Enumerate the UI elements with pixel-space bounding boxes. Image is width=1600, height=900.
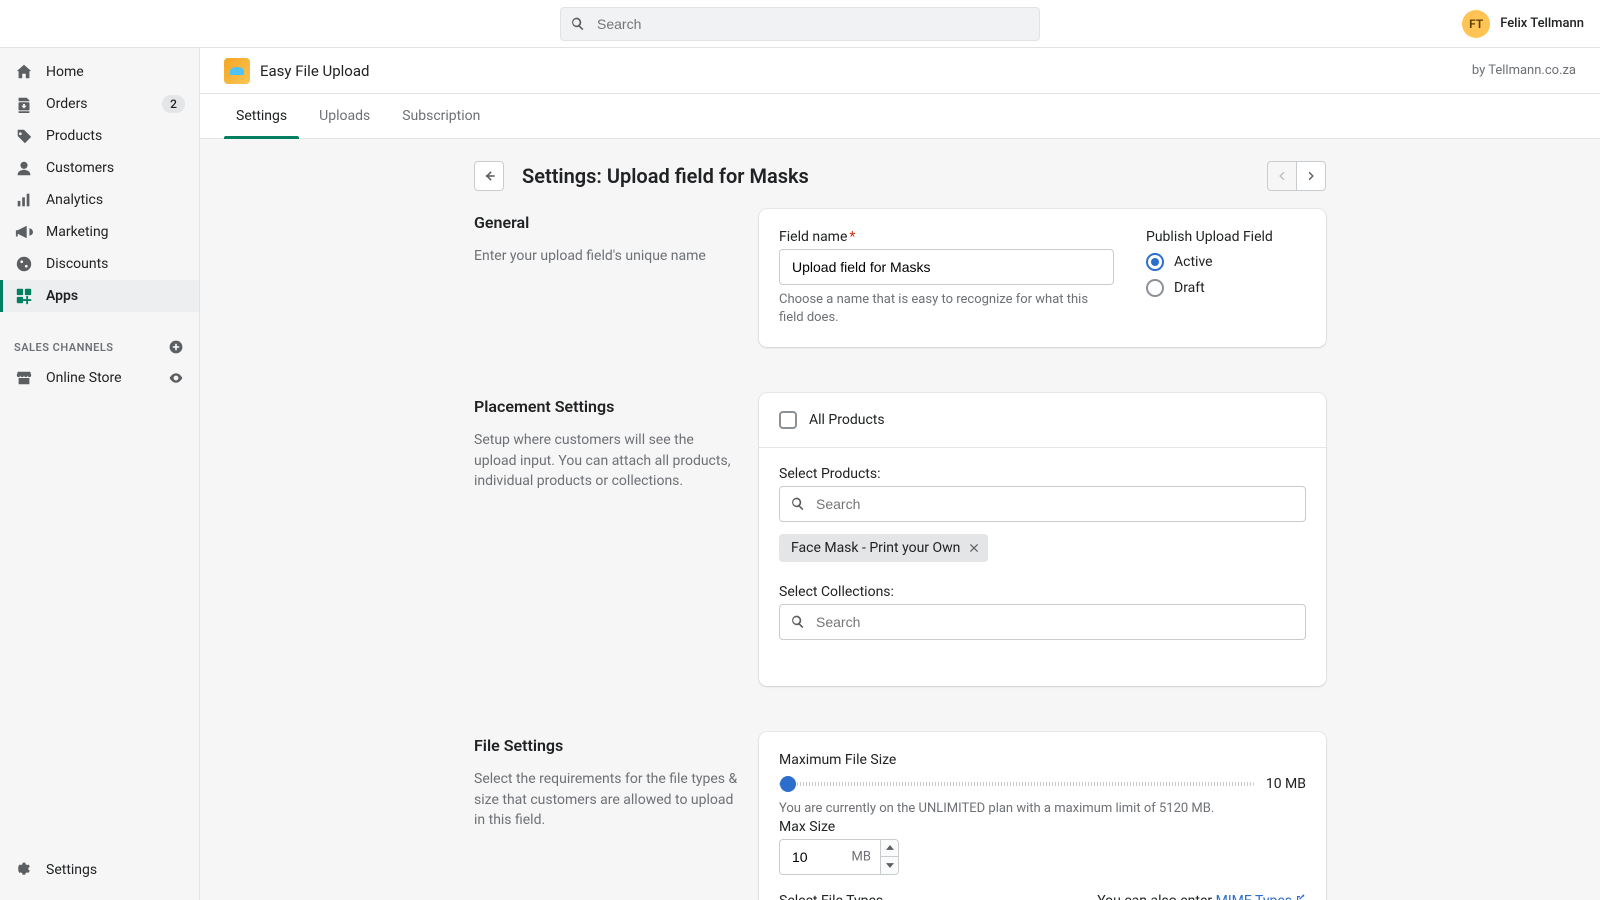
- sidebar-item-label: Apps: [46, 288, 185, 304]
- select-products-label: Select Products:: [779, 466, 1306, 482]
- radio-draft[interactable]: Draft: [1146, 279, 1306, 297]
- avatar: FT: [1462, 10, 1490, 38]
- sidebar-item-settings[interactable]: Settings: [0, 854, 199, 886]
- max-file-size-label: Maximum File Size: [779, 752, 896, 768]
- store-icon: [14, 368, 34, 388]
- selected-product-tag: Face Mask - Print your Own: [779, 534, 988, 562]
- sidebar-item-label: Products: [46, 128, 185, 144]
- sidebar-item-home[interactable]: Home: [0, 56, 199, 88]
- select-collections-label: Select Collections:: [779, 584, 1306, 600]
- tab-uploads[interactable]: Uploads: [303, 94, 386, 138]
- sidebar-item-label: Analytics: [46, 192, 185, 208]
- slider-thumb[interactable]: [780, 776, 796, 792]
- search-input[interactable]: [560, 7, 1040, 41]
- discount-icon: [14, 254, 34, 274]
- page-title: Settings: Upload field for Masks: [522, 164, 1267, 188]
- tag-remove-button[interactable]: [968, 542, 980, 554]
- home-icon: [14, 62, 34, 82]
- tab-settings[interactable]: Settings: [220, 94, 303, 138]
- mime-types-link[interactable]: MIME Types: [1216, 893, 1292, 900]
- person-icon: [14, 158, 34, 178]
- radio-icon: [1146, 253, 1164, 271]
- select-types-label: Select File Types: [779, 893, 883, 900]
- gear-icon: [14, 860, 34, 880]
- search-icon: [790, 614, 806, 630]
- publish-label: Publish Upload Field: [1146, 229, 1306, 245]
- orders-icon: [14, 94, 34, 114]
- tag-icon: [14, 126, 34, 146]
- sidebar-item-discounts[interactable]: Discounts: [0, 248, 199, 280]
- section-desc-general: Enter your upload field's unique name: [474, 246, 739, 266]
- checkbox-icon: [779, 411, 797, 429]
- add-channel-button[interactable]: [167, 338, 185, 356]
- radio-label: Active: [1174, 254, 1213, 270]
- section-heading-file: File Settings: [474, 736, 739, 755]
- sidebar-item-orders[interactable]: Orders 2: [0, 88, 199, 120]
- file-size-slider[interactable]: [779, 782, 1254, 786]
- radio-icon: [1146, 279, 1164, 297]
- external-link-icon: [1294, 893, 1306, 900]
- app-author: by Tellmann.co.za: [1472, 63, 1576, 78]
- mime-note: You can also enter MIME Types: [1097, 893, 1306, 900]
- sidebar-item-apps[interactable]: Apps: [0, 280, 199, 312]
- field-name-help: Choose a name that is easy to recognize …: [779, 291, 1114, 327]
- sidebar-item-marketing[interactable]: Marketing: [0, 216, 199, 248]
- products-search-input[interactable]: [779, 486, 1306, 522]
- radio-active[interactable]: Active: [1146, 253, 1306, 271]
- sidebar-item-products[interactable]: Products: [0, 120, 199, 152]
- collections-search-input[interactable]: [779, 604, 1306, 640]
- megaphone-icon: [14, 222, 34, 242]
- field-name-label: Field name*: [779, 229, 1114, 245]
- slider-value: 10 MB: [1266, 776, 1306, 792]
- sidebar-item-label: Discounts: [46, 256, 185, 272]
- next-button[interactable]: [1296, 161, 1326, 191]
- section-desc-file: Select the requirements for the file typ…: [474, 769, 739, 830]
- search-icon: [570, 16, 586, 32]
- all-products-checkbox[interactable]: All Products: [779, 411, 1306, 429]
- user-menu[interactable]: FT Felix Tellmann: [1462, 10, 1584, 38]
- radio-label: Draft: [1174, 280, 1205, 296]
- plan-note: You are currently on the UNLIMITED plan …: [779, 800, 1306, 818]
- section-desc-placement: Setup where customers will see the uploa…: [474, 430, 739, 491]
- tabs: Settings Uploads Subscription: [200, 94, 1600, 139]
- app-icon: [224, 58, 250, 84]
- stepper-down[interactable]: [881, 857, 898, 874]
- main-content: Easy File Upload by Tellmann.co.za Setti…: [200, 48, 1600, 900]
- sales-channels-header: SALES CHANNELS: [14, 341, 114, 354]
- prev-button: [1267, 161, 1297, 191]
- tag-label: Face Mask - Print your Own: [791, 540, 960, 556]
- section-heading-placement: Placement Settings: [474, 397, 739, 416]
- max-size-label: Max Size: [779, 819, 835, 835]
- sidebar-item-label: Online Store: [46, 370, 155, 386]
- sidebar-item-label: Settings: [46, 862, 185, 878]
- app-title: Easy File Upload: [260, 62, 1472, 80]
- sidebar-item-analytics[interactable]: Analytics: [0, 184, 199, 216]
- view-store-icon[interactable]: [167, 369, 185, 387]
- checkbox-label: All Products: [809, 412, 885, 428]
- sidebar-item-label: Marketing: [46, 224, 185, 240]
- sidebar: Home Orders 2 Products Customers Analyti…: [0, 48, 200, 900]
- sidebar-item-customers[interactable]: Customers: [0, 152, 199, 184]
- sidebar-item-online-store[interactable]: Online Store: [0, 362, 199, 394]
- search-icon: [790, 496, 806, 512]
- sidebar-item-label: Home: [46, 64, 185, 80]
- apps-icon: [14, 286, 34, 306]
- bars-icon: [14, 190, 34, 210]
- sidebar-item-label: Customers: [46, 160, 185, 176]
- sidebar-item-label: Orders: [46, 96, 150, 112]
- tab-subscription[interactable]: Subscription: [386, 94, 496, 138]
- field-name-input[interactable]: [779, 249, 1114, 285]
- back-button[interactable]: [474, 161, 504, 191]
- section-heading-general: General: [474, 213, 739, 232]
- user-name: Felix Tellmann: [1500, 16, 1584, 31]
- stepper-up[interactable]: [881, 840, 898, 858]
- global-search[interactable]: [560, 7, 1040, 41]
- orders-badge: 2: [162, 95, 185, 113]
